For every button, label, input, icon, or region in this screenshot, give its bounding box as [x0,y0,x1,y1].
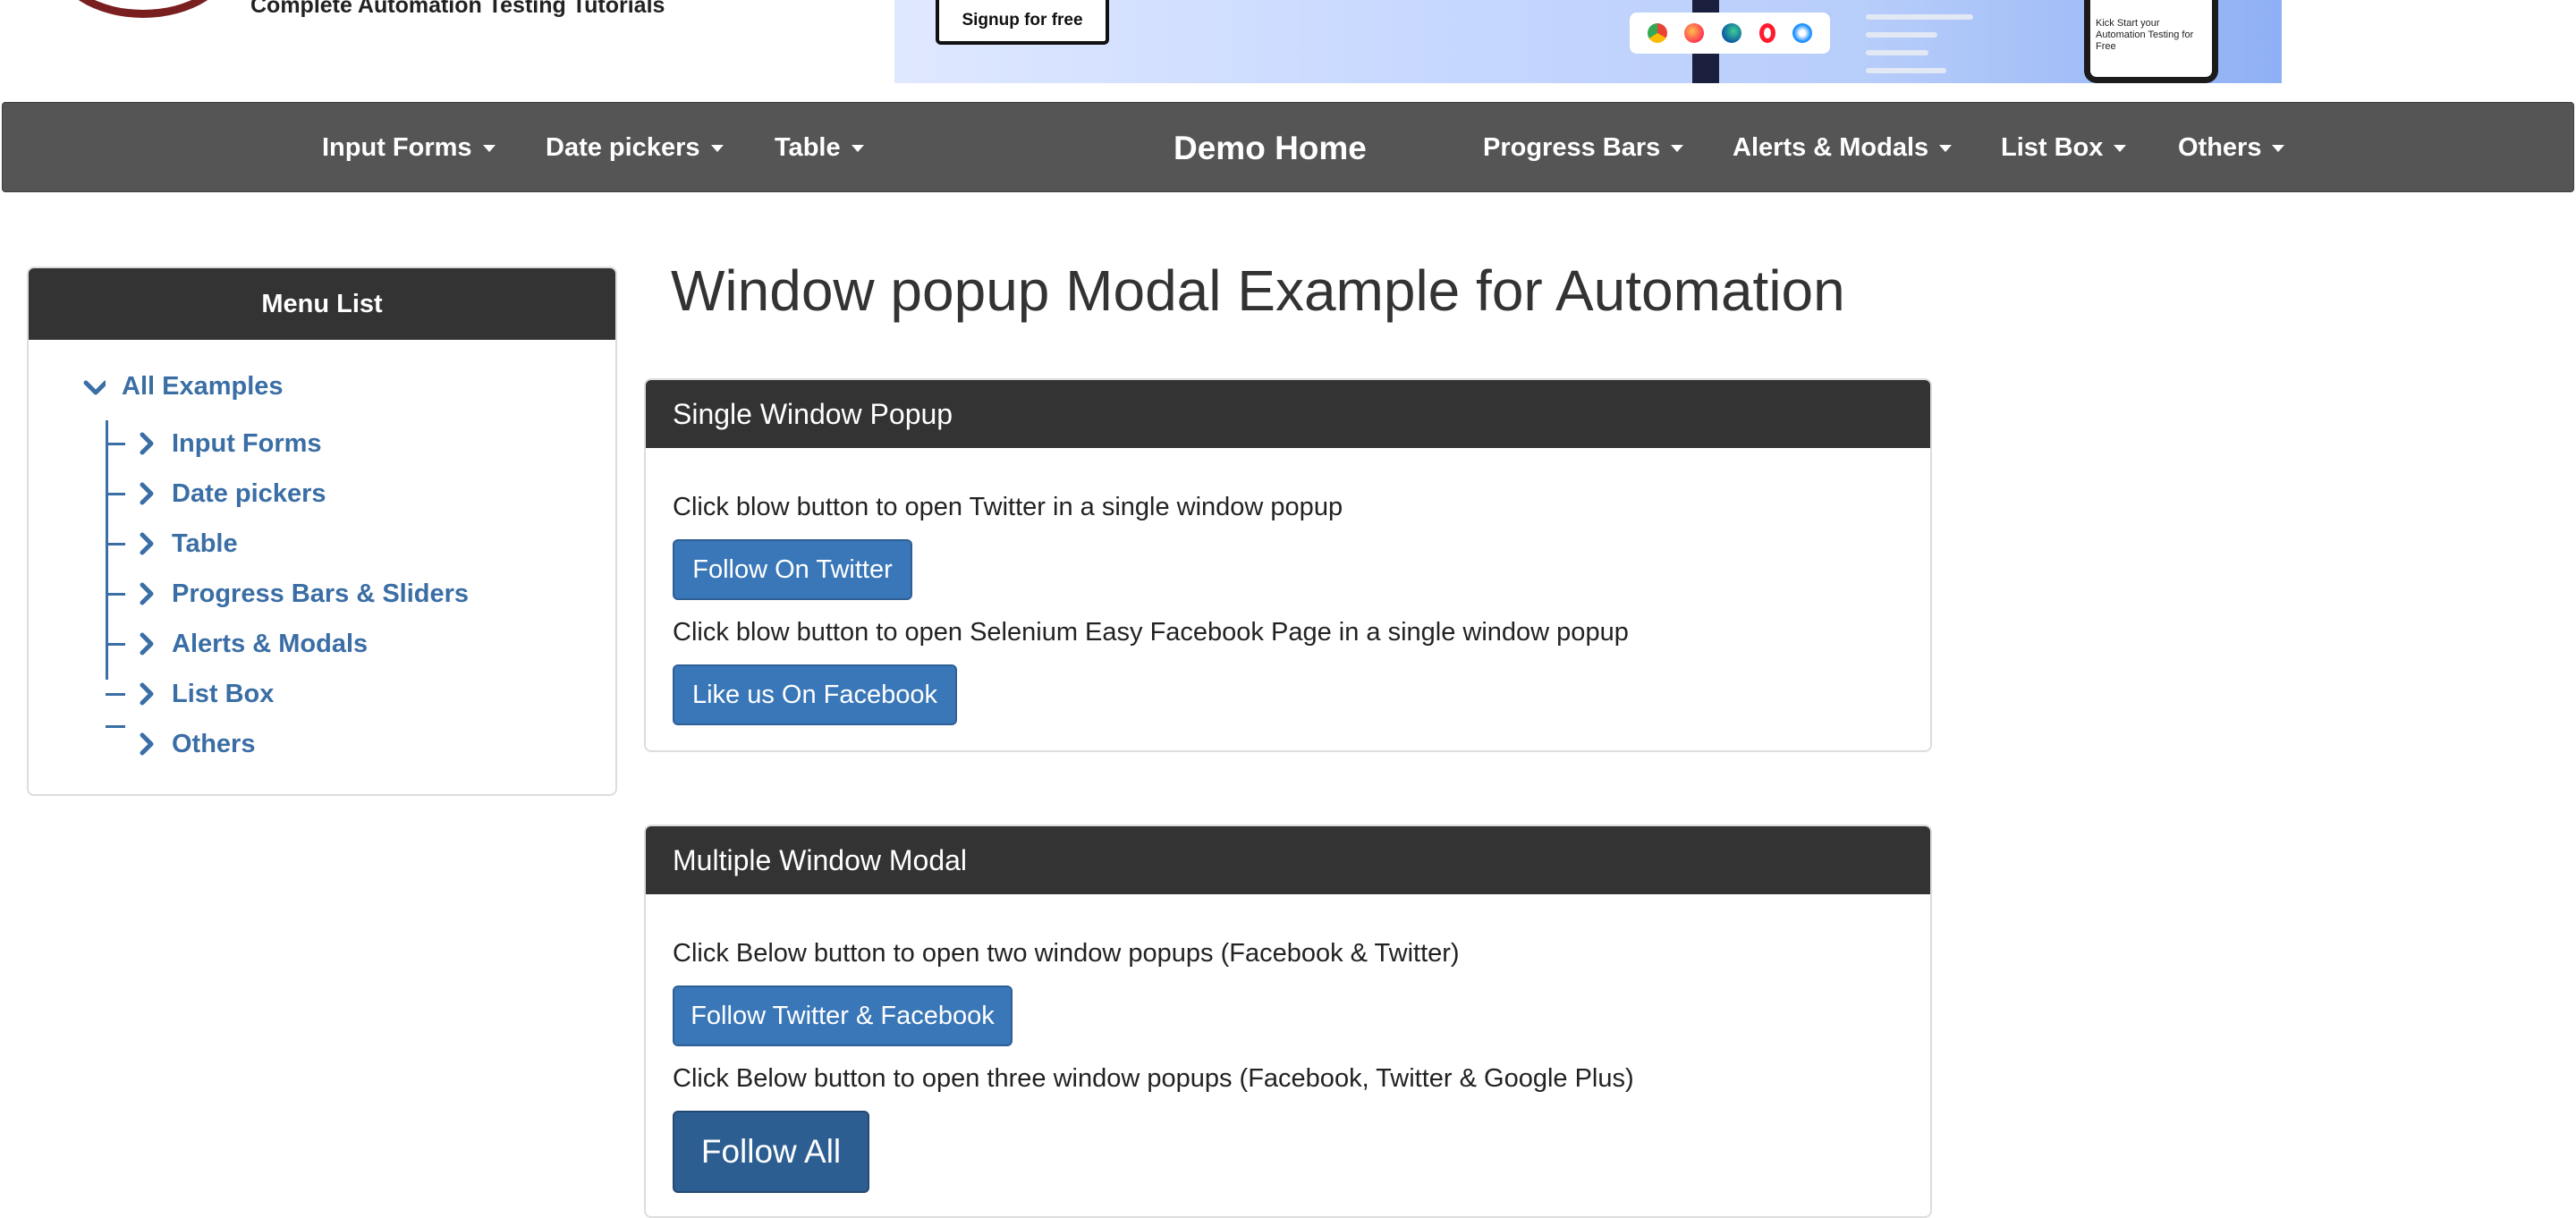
caret-down-icon [2114,144,2127,152]
nav-date-pickers-label: Date pickers [546,133,700,162]
nav-alerts-modals-label: Alerts & Modals [1733,133,1929,162]
panel-instruction: Click blow button to open Selenium Easy … [673,618,1629,647]
banner-phone-text: Kick Start your Automation Testing for F… [2096,18,2194,52]
chevron-right-icon [140,432,154,455]
chevron-right-icon [140,682,154,706]
nav-progress-bars[interactable]: Progress Bars [1483,103,1684,193]
sidebar-item-alerts-modals[interactable]: Alerts & Modals [106,626,368,662]
page-title: Window popup Modal Example for Automatio… [671,258,1845,323]
single-window-panel: Single Window Popup Click blow button to… [644,378,1932,752]
nav-date-pickers[interactable]: Date pickers [546,103,724,193]
ad-banner[interactable]: Signup for free Kick Start your Automati… [894,0,2282,83]
main-navbar: Input Forms Date pickers Table Demo Home… [2,102,2574,192]
chrome-icon [1647,23,1667,43]
panel-instruction: Click Below button to open three window … [673,1064,1634,1093]
nav-others-label: Others [2178,133,2262,162]
follow-twitter-facebook-button[interactable]: Follow Twitter & Facebook [673,985,1013,1046]
opera-icon [1758,23,1775,43]
tree-root-all-examples[interactable]: All Examples [80,372,284,402]
panel-header: Single Window Popup [646,380,1930,448]
caret-down-icon [710,144,724,152]
tree-root-label: All Examples [122,372,284,401]
site-logo[interactable] [54,0,233,18]
chevron-right-icon [140,582,154,605]
nav-progress-bars-label: Progress Bars [1483,133,1661,162]
sidebar-title: Menu List [29,268,615,340]
multiple-window-panel: Multiple Window Modal Click Below button… [644,825,1932,1218]
follow-all-button[interactable]: Follow All [673,1111,869,1193]
follow-twitter-button[interactable]: Follow On Twitter [673,539,912,600]
sidebar-item-label: Table [172,529,238,558]
sidebar-item-table[interactable]: Table [106,526,238,562]
chevron-right-icon [140,482,154,505]
firefox-icon [1684,23,1705,43]
banner-decoration [1866,14,2072,83]
banner-browser-icons [1630,13,1830,54]
chevron-right-icon [140,532,154,555]
chevron-down-icon [83,380,106,394]
sidebar-item-date-pickers[interactable]: Date pickers [106,476,326,512]
site-header: Complete Automation Testing Tutorials Si… [0,0,2576,100]
caret-down-icon [1939,144,1953,152]
chevron-right-icon [140,632,154,656]
nav-alerts-modals[interactable]: Alerts & Modals [1733,103,1953,193]
sidebar-item-label: Progress Bars & Sliders [172,579,470,608]
banner-signup-button[interactable]: Signup for free [936,0,1109,45]
sidebar-item-label: Date pickers [172,478,326,508]
nav-demo-home[interactable]: Demo Home [1174,103,1367,193]
caret-down-icon [2272,144,2285,152]
nav-input-forms[interactable]: Input Forms [322,103,496,193]
sidebar-item-input-forms[interactable]: Input Forms [106,426,322,461]
sidebar-menu: Menu List All Examples Input Forms Date … [27,266,617,796]
panel-instruction: Click blow button to open Twitter in a s… [673,493,1343,521]
sidebar-item-label: Alerts & Modals [172,629,369,658]
banner-phone-mockup: Kick Start your Automation Testing for F… [2084,0,2218,83]
sidebar-tree: All Examples Input Forms Date pickers Ta… [29,340,615,794]
safari-icon [1792,23,1813,43]
caret-down-icon [1671,144,1684,152]
nav-table-label: Table [775,133,841,162]
nav-demo-home-label: Demo Home [1174,129,1367,166]
nav-table[interactable]: Table [775,103,864,193]
edge-icon [1721,23,1741,43]
nav-input-forms-label: Input Forms [322,133,472,162]
sidebar-item-label: List Box [172,679,275,708]
sidebar-item-label: Input Forms [172,428,322,458]
sidebar-item-progress-bars[interactable]: Progress Bars & Sliders [106,576,469,612]
sidebar-item-label: Others [172,729,256,758]
chevron-right-icon [140,732,154,756]
nav-list-box[interactable]: List Box [2001,103,2127,193]
like-facebook-button[interactable]: Like us On Facebook [673,664,957,725]
site-tagline: Complete Automation Testing Tutorials [250,0,665,18]
caret-down-icon [851,144,864,152]
nav-list-box-label: List Box [2001,133,2104,162]
nav-others[interactable]: Others [2178,103,2285,193]
sidebar-item-list-box[interactable]: List Box [106,676,274,712]
panel-instruction: Click Below button to open two window po… [673,939,1460,968]
caret-down-icon [482,144,496,152]
sidebar-item-others[interactable]: Others [106,724,256,762]
panel-header: Multiple Window Modal [646,826,1930,894]
